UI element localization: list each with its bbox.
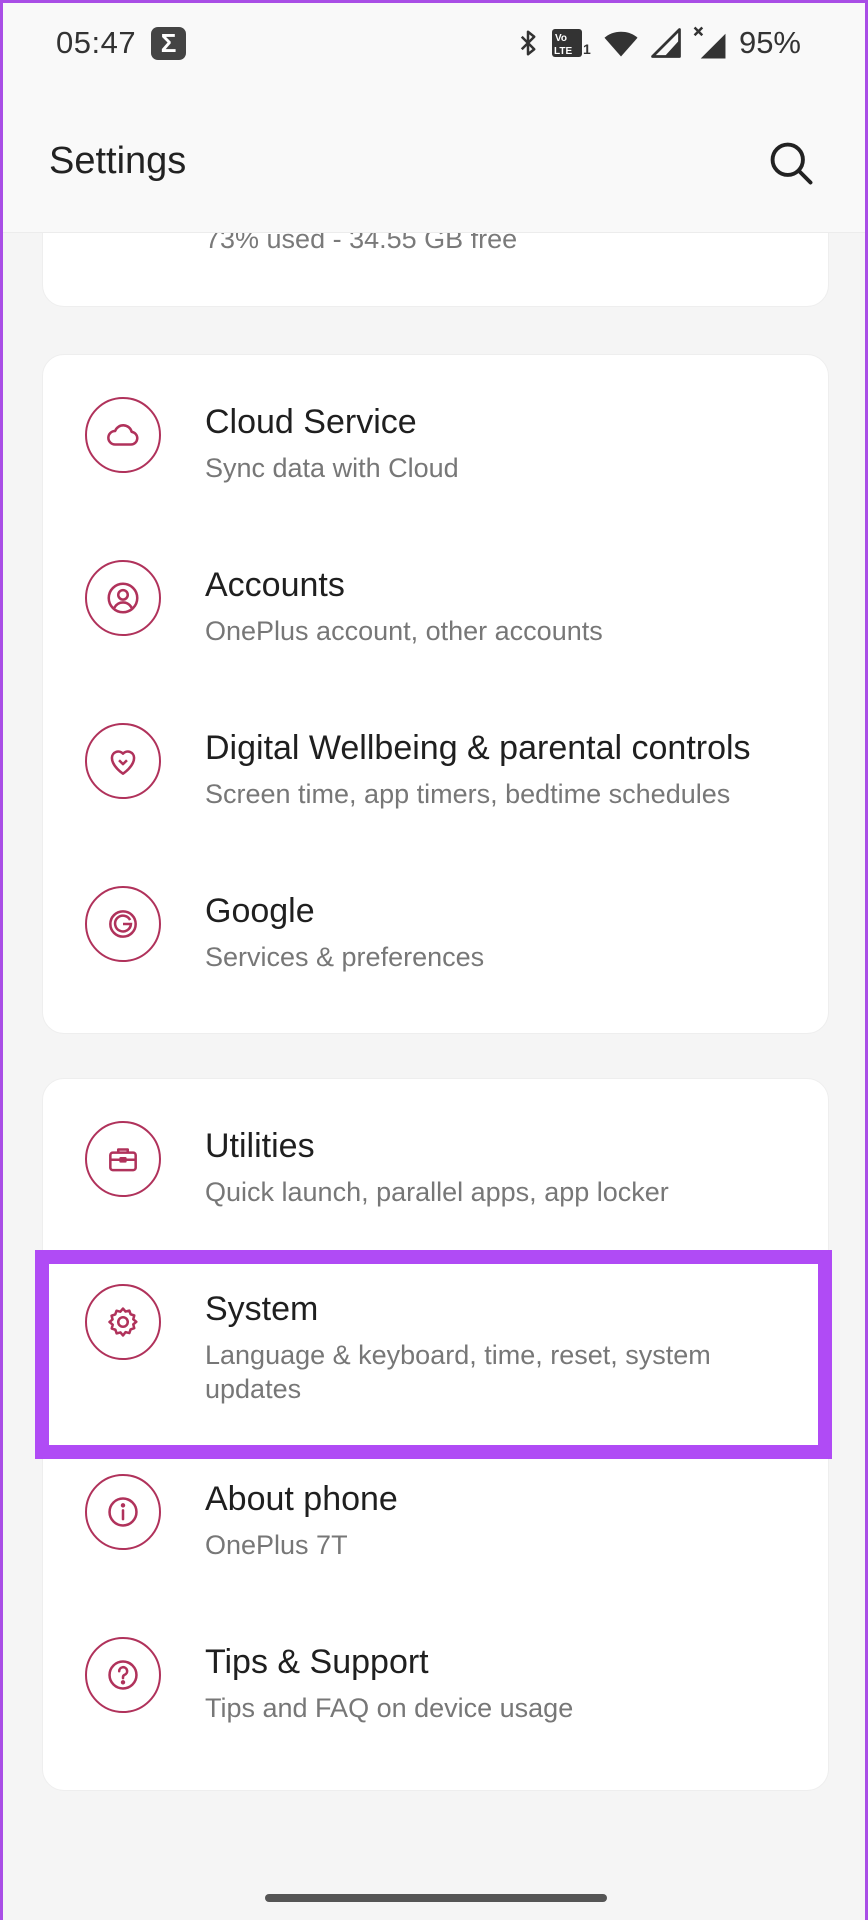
- settings-scroll-content[interactable]: 73% used - 34.55 GB free Cloud Service S…: [3, 3, 865, 1920]
- settings-item-utilities[interactable]: Utilities Quick launch, parallel apps, a…: [43, 1079, 828, 1242]
- page-title: Settings: [49, 140, 187, 182]
- battery-percent: 95%: [738, 25, 801, 60]
- item-subtitle: Sync data with Cloud: [205, 453, 459, 483]
- settings-item-about-phone[interactable]: About phone OnePlus 7T: [43, 1432, 828, 1595]
- settings-group-1: Cloud Service Sync data with Cloud Accou…: [42, 354, 829, 1034]
- sigma-icon: Σ: [151, 27, 186, 60]
- item-title: Utilities: [205, 1127, 315, 1165]
- settings-item-tips-support[interactable]: Tips & Support Tips and FAQ on device us…: [43, 1595, 828, 1758]
- info-icon: [85, 1474, 161, 1550]
- item-subtitle: Language & keyboard, time, reset, system…: [205, 1340, 711, 1404]
- signal-no-service-icon: [693, 26, 727, 60]
- item-title: Cloud Service: [205, 403, 417, 441]
- item-title: Google: [205, 892, 315, 930]
- account-icon: [85, 560, 161, 636]
- item-subtitle: Quick launch, parallel apps, app locker: [205, 1177, 669, 1207]
- google-icon: [85, 886, 161, 962]
- toolbox-icon: [85, 1121, 161, 1197]
- settings-group-2: Utilities Quick launch, parallel apps, a…: [42, 1078, 829, 1791]
- help-icon: [85, 1637, 161, 1713]
- item-title: System: [205, 1290, 319, 1328]
- svg-text:LTE: LTE: [554, 46, 572, 57]
- item-subtitle: OnePlus account, other accounts: [205, 616, 603, 646]
- item-title: Accounts: [205, 566, 345, 604]
- signal-icon: [651, 28, 681, 58]
- status-icons: Vo LTE 1 95%: [517, 25, 801, 61]
- volte-icon: Vo LTE 1: [551, 28, 591, 58]
- settings-item-cloud-service[interactable]: Cloud Service Sync data with Cloud: [43, 355, 828, 518]
- settings-item-digital-wellbeing[interactable]: Digital Wellbeing & parental controls Sc…: [43, 681, 828, 844]
- item-subtitle: Screen time, app timers, bedtime schedul…: [205, 779, 731, 809]
- svg-text:Vo: Vo: [555, 33, 567, 44]
- item-subtitle: Services & preferences: [205, 942, 485, 972]
- app-bar: Settings: [3, 85, 865, 233]
- search-button[interactable]: [765, 137, 817, 189]
- item-title: Tips & Support: [205, 1643, 429, 1681]
- settings-item-accounts[interactable]: Accounts OnePlus account, other accounts: [43, 518, 828, 681]
- status-bar: 05:47 Σ Vo LTE 1 95%: [3, 3, 865, 85]
- status-time: 05:47: [56, 25, 137, 60]
- settings-item-google[interactable]: Google Services & preferences: [43, 844, 828, 1007]
- search-icon: [770, 142, 813, 185]
- heart-icon: [85, 723, 161, 799]
- settings-item-system[interactable]: System Language & keyboard, time, reset,…: [43, 1242, 828, 1432]
- cloud-icon: [85, 397, 161, 473]
- gear-icon: [85, 1284, 161, 1360]
- item-title: About phone: [205, 1480, 398, 1518]
- item-subtitle: OnePlus 7T: [205, 1530, 348, 1560]
- wifi-icon: [603, 28, 639, 58]
- item-title: Digital Wellbeing & parental controls: [205, 729, 751, 767]
- svg-text:1: 1: [583, 41, 591, 57]
- home-indicator[interactable]: [265, 1894, 607, 1902]
- bluetooth-icon: [517, 28, 539, 58]
- item-subtitle: Tips and FAQ on device usage: [205, 1693, 574, 1723]
